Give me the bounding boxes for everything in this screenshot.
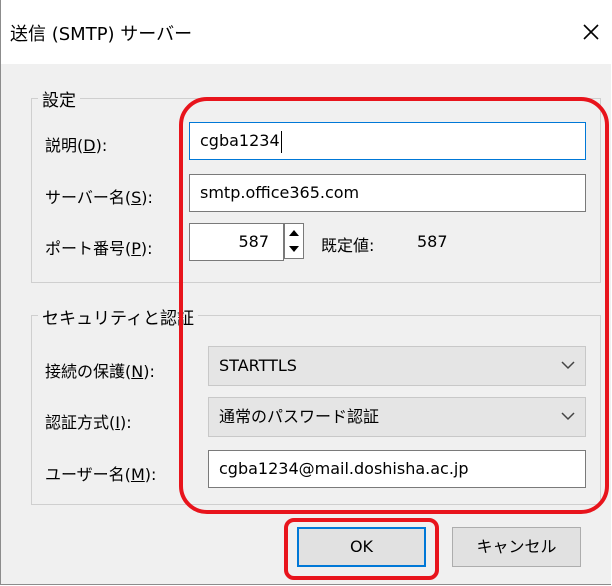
username-label: ユーザー名(M): (45, 465, 157, 484)
connection-security-label: 接続の保護(N): (45, 362, 155, 381)
port-field[interactable]: 587 (189, 223, 284, 261)
chevron-down-icon (561, 361, 575, 370)
smtp-server-dialog: 送信 (SMTP) サーバー 設定 説明(D): cgba1234 サーバー名(… (0, 0, 612, 585)
port-increment-button[interactable] (285, 224, 303, 241)
chevron-up-icon (289, 230, 299, 236)
auth-method-select[interactable]: 通常のパスワード認証 (208, 397, 586, 437)
username-field[interactable]: cgba1234@mail.doshisha.ac.jp (208, 450, 586, 488)
cancel-button[interactable]: キャンセル (452, 527, 581, 567)
port-label: ポート番号(P): (45, 239, 153, 258)
dialog-title: 送信 (SMTP) サーバー (10, 24, 193, 45)
port-spinner (284, 223, 304, 259)
default-port-label: 既定値: (321, 236, 375, 255)
description-label: 説明(D): (45, 136, 108, 155)
close-icon (583, 24, 599, 40)
close-button[interactable] (573, 14, 609, 50)
text-caret (280, 130, 282, 153)
security-group-label: セキュリティと認証 (38, 304, 198, 329)
auth-method-value: 通常のパスワード認証 (219, 407, 380, 426)
description-field[interactable]: cgba1234 (189, 122, 586, 160)
server-name-label: サーバー名(S): (45, 188, 153, 207)
connection-security-value: STARTTLS (219, 356, 297, 375)
ok-button[interactable]: OK (297, 527, 426, 567)
default-port-value: 587 (417, 232, 448, 251)
server-name-field[interactable]: smtp.office365.com (189, 174, 586, 212)
chevron-down-icon (289, 246, 299, 252)
auth-method-label: 認証方式(I): (45, 413, 132, 432)
chevron-down-icon (561, 412, 575, 421)
connection-security-select[interactable]: STARTTLS (208, 346, 586, 386)
title-bar: 送信 (SMTP) サーバー (1, 0, 612, 64)
port-decrement-button[interactable] (285, 241, 303, 258)
settings-group-label: 設定 (38, 86, 80, 111)
